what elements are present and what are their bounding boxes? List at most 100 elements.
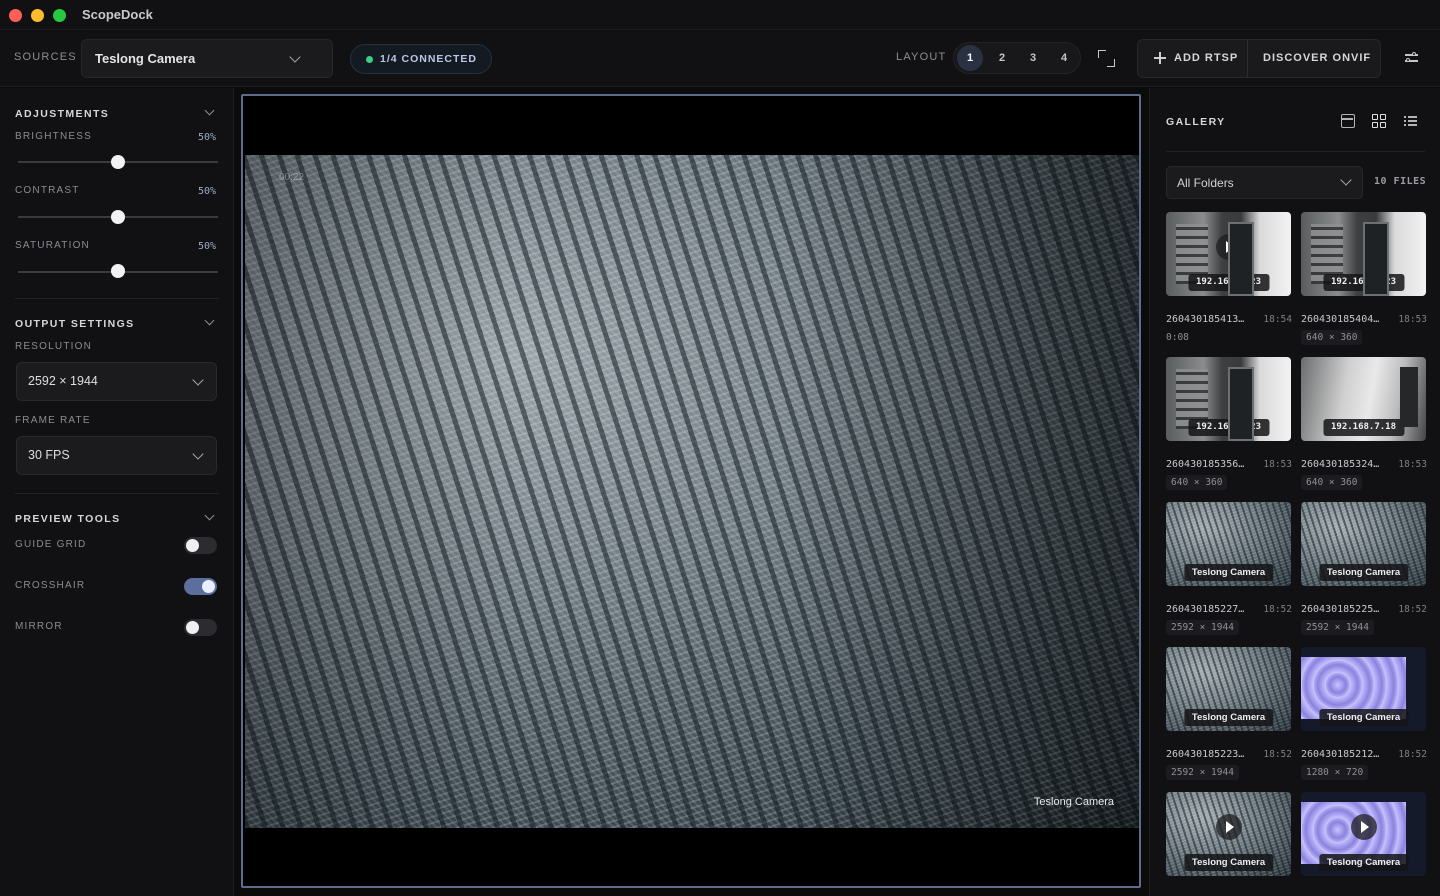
mirror-label: MIRROR xyxy=(15,621,63,632)
minimize-window-button[interactable] xyxy=(31,9,44,22)
toggle-knob xyxy=(202,580,215,593)
toggle-knob xyxy=(186,539,199,552)
gallery-item-meta: 2592 × 1944 xyxy=(1166,765,1239,780)
fullscreen-icon[interactable] xyxy=(1098,50,1115,67)
source-select-value: Teslong Camera xyxy=(95,51,196,66)
contrast-label: CONTRAST xyxy=(15,185,80,196)
app-title: ScopeDock xyxy=(82,7,153,22)
crosshair-toggle[interactable] xyxy=(184,578,217,595)
saturation-slider-thumb[interactable] xyxy=(111,264,125,278)
layout-option-4[interactable]: 4 xyxy=(1051,45,1077,71)
gallery-item-time: 18:53 xyxy=(1398,459,1427,470)
output-collapse-chevron-icon[interactable] xyxy=(204,315,215,326)
gallery-item-filename: 260430185404… xyxy=(1301,314,1380,325)
source-actions: ADD RTSP DISCOVER ONVIF xyxy=(1137,39,1381,78)
play-icon[interactable] xyxy=(1215,814,1242,840)
gallery-item-filename: 260430185223… xyxy=(1166,749,1245,760)
gallery-item-filename: 260430185356… xyxy=(1166,459,1245,470)
sources-label: SOURCES xyxy=(14,51,77,63)
gallery-thumbnail[interactable]: 192.168.7.23 xyxy=(1301,212,1426,296)
thumbnail-source-tag: Teslong Camera xyxy=(1318,709,1409,726)
chevron-down-icon xyxy=(1340,174,1352,186)
settings-sliders-icon[interactable] xyxy=(1402,49,1422,67)
discover-onvif-label: DISCOVER ONVIF xyxy=(1263,52,1372,64)
play-icon[interactable] xyxy=(1350,814,1377,840)
zoom-window-button[interactable] xyxy=(53,9,66,22)
gallery-thumbnail[interactable]: 192.168.7.23 xyxy=(1166,357,1291,441)
gallery-item-filename: 260430185225… xyxy=(1301,604,1380,615)
gallery-item-time: 18:52 xyxy=(1263,604,1292,615)
thumbnail-source-tag: Teslong Camera xyxy=(1183,564,1274,581)
layout-option-3[interactable]: 3 xyxy=(1020,45,1046,71)
gallery-thumbnail[interactable]: 192.168.7.23 xyxy=(1166,212,1291,296)
connection-status-text: 1/4 CONNECTED xyxy=(380,53,478,65)
single-view-icon[interactable] xyxy=(1341,114,1355,128)
preview-collapse-chevron-icon[interactable] xyxy=(204,510,215,521)
output-settings-title: OUTPUT SETTINGS xyxy=(15,318,135,330)
gallery-item-time: 18:54 xyxy=(1263,314,1292,325)
title-bar: ScopeDock xyxy=(0,0,1440,30)
gallery-item-meta: 640 × 360 xyxy=(1301,330,1363,345)
gallery-panel: GALLERY All Folders 10 FILES 192.168.7.2… xyxy=(1149,88,1440,896)
status-dot-icon xyxy=(366,56,373,63)
gallery-item-filename: 260430185227… xyxy=(1166,604,1245,615)
discover-onvif-button[interactable]: DISCOVER ONVIF xyxy=(1248,40,1381,77)
chevron-down-icon xyxy=(289,51,301,63)
gallery-item-time: 18:52 xyxy=(1398,749,1427,760)
divider xyxy=(15,493,219,494)
grid-view-icon[interactable] xyxy=(1372,114,1386,128)
gallery-item-meta: 1280 × 720 xyxy=(1301,765,1369,780)
adjustments-title: ADJUSTMENTS xyxy=(15,108,110,120)
gallery-item-time: 18:53 xyxy=(1263,459,1292,470)
list-view-icon[interactable] xyxy=(1404,114,1418,128)
contrast-value: 50% xyxy=(198,186,217,197)
frame-rate-select[interactable]: 30 FPS xyxy=(16,436,217,475)
folder-select[interactable]: All Folders xyxy=(1166,166,1363,199)
gallery-thumbnail[interactable]: Teslong Camera xyxy=(1301,647,1426,731)
close-window-button[interactable] xyxy=(9,9,22,22)
gallery-thumbnail[interactable]: Teslong Camera xyxy=(1301,792,1426,876)
thumbnail-source-tag: 192.168.7.18 xyxy=(1322,419,1405,436)
gallery-item-meta: 0:08 xyxy=(1166,332,1189,343)
mirror-toggle[interactable] xyxy=(184,619,217,636)
guide-grid-label: GUIDE GRID xyxy=(15,539,87,550)
gallery-item-time: 18:52 xyxy=(1398,604,1427,615)
play-icon[interactable] xyxy=(1215,234,1242,260)
guide-grid-toggle[interactable] xyxy=(184,537,217,554)
gallery-item-meta: 2592 × 1944 xyxy=(1301,620,1374,635)
adjustments-collapse-chevron-icon[interactable] xyxy=(204,105,215,116)
saturation-label: SATURATION xyxy=(15,240,90,251)
layout-selector: 1 2 3 4 xyxy=(953,42,1081,74)
frame-rate-label: FRAME RATE xyxy=(15,415,91,426)
feed-overlay-text: 00:22 xyxy=(279,172,305,183)
thumbnail-source-tag: Teslong Camera xyxy=(1318,854,1409,871)
settings-panel: ADJUSTMENTS BRIGHTNESS 50% CONTRAST 50% … xyxy=(0,88,234,896)
saturation-value: 50% xyxy=(198,241,217,252)
gallery-thumbnail[interactable]: Teslong Camera xyxy=(1301,502,1426,586)
brightness-slider-thumb[interactable] xyxy=(111,155,125,169)
toolbar: SOURCES Teslong Camera 1/4 CONNECTED LAY… xyxy=(0,30,1440,87)
divider xyxy=(15,298,219,299)
resolution-select-value: 2592 × 1944 xyxy=(28,374,98,388)
contrast-slider-thumb[interactable] xyxy=(111,210,125,224)
camera-viewport[interactable]: 00:22 Teslong Camera xyxy=(241,94,1141,888)
source-select[interactable]: Teslong Camera xyxy=(81,39,333,78)
chevron-down-icon xyxy=(192,448,204,460)
thumbnail-source-tag: 192.168.7.23 xyxy=(1187,419,1270,436)
gallery-item-meta: 640 × 360 xyxy=(1301,475,1363,490)
layout-option-1[interactable]: 1 xyxy=(957,45,983,71)
gallery-thumbnail[interactable]: Teslong Camera xyxy=(1166,502,1291,586)
gallery-thumbnail[interactable]: Teslong Camera xyxy=(1166,647,1291,731)
resolution-select[interactable]: 2592 × 1944 xyxy=(16,362,217,401)
divider xyxy=(1166,151,1425,152)
camera-feed: 00:22 Teslong Camera xyxy=(245,155,1139,828)
resolution-label: RESOLUTION xyxy=(15,341,93,352)
gallery-thumbnail[interactable]: 192.168.7.18 xyxy=(1301,357,1426,441)
layout-option-2[interactable]: 2 xyxy=(989,45,1015,71)
gallery-thumbnail[interactable]: Teslong Camera xyxy=(1166,792,1291,876)
thumbnail-source-tag: 192.168.7.23 xyxy=(1187,274,1270,291)
thumbnail-source-tag: Teslong Camera xyxy=(1318,564,1409,581)
frame-rate-select-value: 30 FPS xyxy=(28,448,70,462)
gallery-item-time: 18:53 xyxy=(1398,314,1427,325)
add-rtsp-button[interactable]: ADD RTSP xyxy=(1138,40,1247,77)
